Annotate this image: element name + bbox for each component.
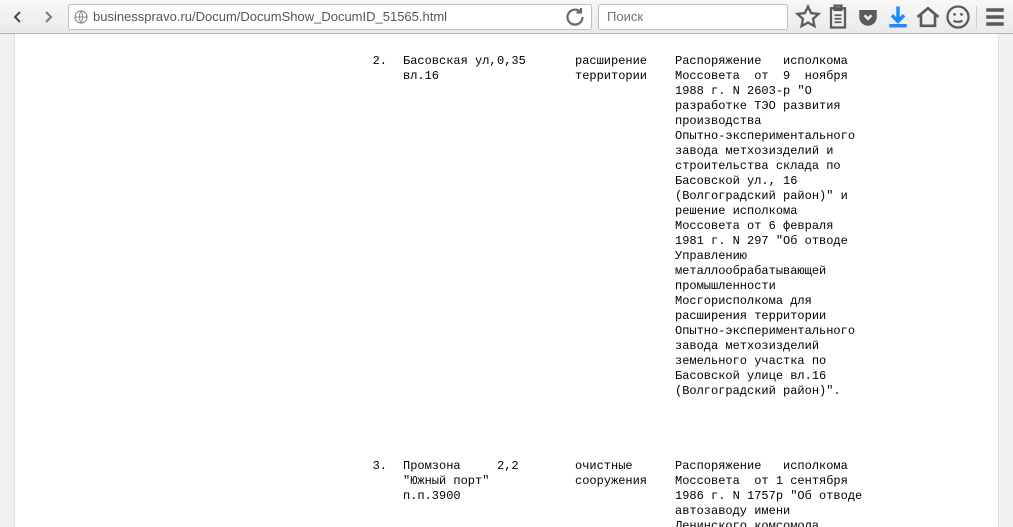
table-row: расширения территории bbox=[15, 309, 998, 324]
search-input[interactable] bbox=[607, 9, 783, 24]
feedback-smiley-icon[interactable] bbox=[944, 4, 972, 30]
toolbar-separator bbox=[976, 6, 977, 28]
table-row: металлообрабатывающей bbox=[15, 264, 998, 279]
table-row: автозаводу имени bbox=[15, 504, 998, 519]
table-row: Басовской ул., 16 bbox=[15, 174, 998, 189]
table-row: Мосгорисполкома для bbox=[15, 294, 998, 309]
table-row: Ленинского комсомола bbox=[15, 519, 998, 527]
table-row: строительства склада по bbox=[15, 159, 998, 174]
table-row: завода метхозизделий и bbox=[15, 144, 998, 159]
url-bar[interactable] bbox=[68, 4, 592, 30]
url-input[interactable] bbox=[93, 9, 563, 24]
download-icon[interactable] bbox=[884, 4, 912, 30]
table-row: 3.Промзона2,2очистныеРаспоряжение исполк… bbox=[15, 459, 998, 474]
left-gutter bbox=[0, 34, 15, 527]
table-row: промышленности bbox=[15, 279, 998, 294]
table-row: Опытно-экспериментального bbox=[15, 324, 998, 339]
table-row: 1981 г. N 297 "Об отводе bbox=[15, 234, 998, 249]
table-row: Опытно-экспериментального bbox=[15, 129, 998, 144]
pocket-icon[interactable] bbox=[854, 4, 882, 30]
reload-button[interactable] bbox=[563, 5, 587, 29]
table-row: (Волгоградский район)". bbox=[15, 384, 998, 399]
table-row: "Южный порт"сооруженияМоссовета от 1 сен… bbox=[15, 474, 998, 489]
table-row: Управлению bbox=[15, 249, 998, 264]
vertical-scrollbar[interactable] bbox=[998, 34, 1013, 527]
document-content: 2.Басовская ул,0,35расширениеРаспоряжени… bbox=[15, 34, 998, 527]
table-row: решение исполкома bbox=[15, 204, 998, 219]
menu-icon[interactable] bbox=[981, 4, 1009, 30]
table-row: завода метхозизделий bbox=[15, 339, 998, 354]
table-row: Моссовета от 6 февраля bbox=[15, 219, 998, 234]
table-row: п.п.39001986 г. N 1757р "Об отводе bbox=[15, 489, 998, 504]
search-bar[interactable] bbox=[598, 4, 788, 30]
bookmark-star-icon[interactable] bbox=[794, 4, 822, 30]
forward-button[interactable] bbox=[34, 4, 62, 30]
home-icon[interactable] bbox=[914, 4, 942, 30]
table-row: производства bbox=[15, 114, 998, 129]
table-row: вл.16территорииМоссовета от 9 ноября bbox=[15, 69, 998, 84]
table-row: земельного участка по bbox=[15, 354, 998, 369]
table-row: (Волгоградский район)" и bbox=[15, 189, 998, 204]
back-button[interactable] bbox=[4, 4, 32, 30]
table-row: Басовской улице вл.16 bbox=[15, 369, 998, 384]
table-row: разработке ТЭО развития bbox=[15, 99, 998, 114]
browser-toolbar bbox=[0, 0, 1013, 34]
globe-icon bbox=[73, 9, 89, 25]
clipboard-icon[interactable] bbox=[824, 4, 852, 30]
table-row: 1988 г. N 2603-р "О bbox=[15, 84, 998, 99]
table-row: 2.Басовская ул,0,35расширениеРаспоряжени… bbox=[15, 54, 998, 69]
viewport: 2.Басовская ул,0,35расширениеРаспоряжени… bbox=[0, 34, 1013, 527]
